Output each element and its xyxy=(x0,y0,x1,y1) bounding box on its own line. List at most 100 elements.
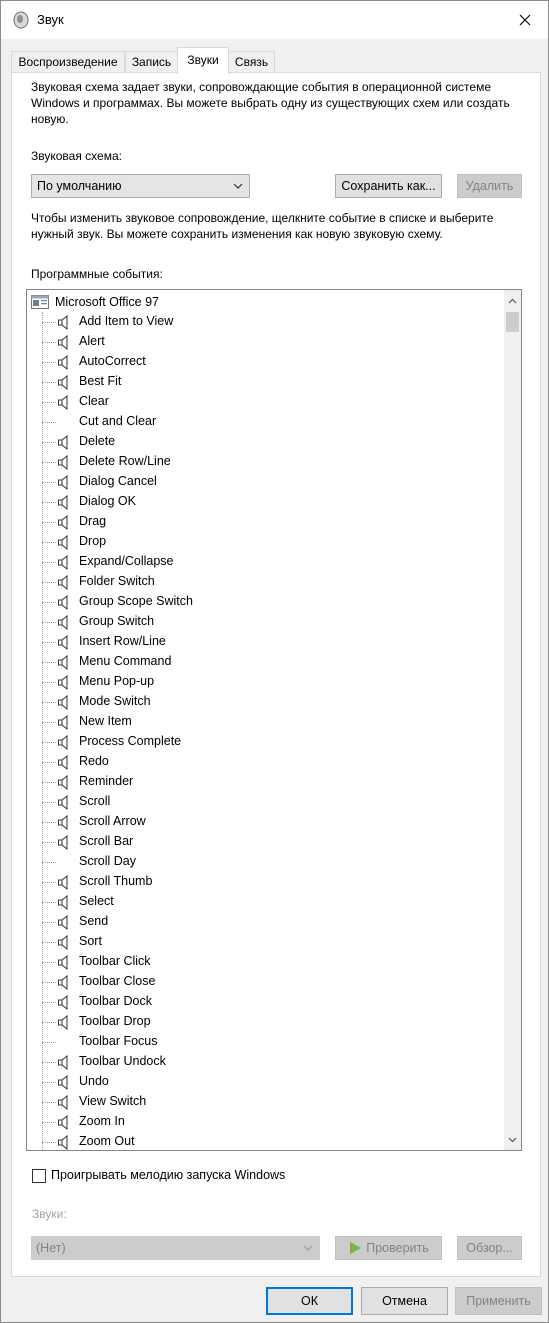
close-button[interactable] xyxy=(502,1,548,39)
scheme-selected-value: По умолчанию xyxy=(37,179,122,193)
tab-communications[interactable]: Связь xyxy=(228,51,275,73)
save-as-button[interactable]: Сохранить как... xyxy=(335,174,442,198)
tab-playback[interactable]: Воспроизведение xyxy=(11,51,125,73)
event-list-item[interactable]: Expand/Collapse xyxy=(42,552,502,572)
event-list-item[interactable]: Delete Row/Line xyxy=(42,452,502,472)
tree-connector xyxy=(42,342,56,343)
tree-connector xyxy=(42,1042,56,1043)
speaker-icon xyxy=(58,935,68,950)
event-list-item[interactable]: Reminder xyxy=(42,772,502,792)
event-list-item[interactable]: View Switch xyxy=(42,1092,502,1112)
speaker-app-icon xyxy=(13,11,29,29)
test-sound-button[interactable]: Проверить xyxy=(335,1236,442,1260)
speaker-icon xyxy=(58,1095,68,1110)
event-list-item[interactable]: AutoCorrect xyxy=(42,352,502,372)
event-list-item[interactable]: Group Scope Switch xyxy=(42,592,502,612)
chevron-down-icon xyxy=(508,1137,517,1142)
apply-button[interactable]: Применить xyxy=(455,1287,542,1315)
tree-connector xyxy=(42,1022,56,1023)
scroll-thumb[interactable] xyxy=(506,312,519,332)
event-list-item[interactable]: Toolbar Focus xyxy=(42,1032,502,1052)
tree-connector xyxy=(42,622,56,623)
event-label: Scroll Thumb xyxy=(79,874,153,888)
sound-dialog: Звук Воспроизведение Запись Звуки Связь … xyxy=(0,0,549,1323)
event-list-item[interactable]: Drag xyxy=(42,512,502,532)
event-list-item[interactable]: Sort xyxy=(42,932,502,952)
tree-connector xyxy=(42,1142,56,1143)
event-list-item[interactable]: Send xyxy=(42,912,502,932)
tree-connector xyxy=(42,702,56,703)
event-list-item[interactable]: Scroll xyxy=(42,792,502,812)
tree-connector xyxy=(42,1082,56,1083)
speaker-icon xyxy=(58,1015,68,1030)
event-label: New Item xyxy=(79,714,132,728)
tree-root-microsoft-office[interactable]: Microsoft Office 97 xyxy=(31,292,159,312)
tree-connector xyxy=(42,482,56,483)
tree-connector xyxy=(42,602,56,603)
startup-sound-checkbox[interactable] xyxy=(32,1169,46,1183)
event-list-item[interactable]: Toolbar Undock xyxy=(42,1052,502,1072)
tree-connector xyxy=(42,502,56,503)
browse-button[interactable]: Обзор... xyxy=(457,1236,522,1260)
speaker-icon xyxy=(58,555,68,570)
event-list-item[interactable]: Zoom In xyxy=(42,1112,502,1132)
event-list-item[interactable]: Folder Switch xyxy=(42,572,502,592)
scroll-down-arrow[interactable] xyxy=(504,1131,521,1148)
event-list-item[interactable]: Alert xyxy=(42,332,502,352)
delete-scheme-button[interactable]: Удалить xyxy=(457,174,522,198)
event-list-item[interactable]: Clear xyxy=(42,392,502,412)
event-label: AutoCorrect xyxy=(79,354,146,368)
event-list-item[interactable]: Menu Command xyxy=(42,652,502,672)
event-list-item[interactable]: Toolbar Dock xyxy=(42,992,502,1012)
speaker-icon xyxy=(58,875,68,890)
event-list-item[interactable]: Redo xyxy=(42,752,502,772)
tree-connector xyxy=(42,842,56,843)
scheme-label: Звуковая схема: xyxy=(31,149,122,163)
event-label: Reminder xyxy=(79,774,134,788)
event-list-item[interactable]: Undo xyxy=(42,1072,502,1092)
event-list-item[interactable]: Scroll Thumb xyxy=(42,872,502,892)
event-list-item[interactable]: Dialog OK xyxy=(42,492,502,512)
tab-recording[interactable]: Запись xyxy=(125,51,178,73)
event-list-item[interactable]: Mode Switch xyxy=(42,692,502,712)
test-sound-label: Проверить xyxy=(366,1241,429,1255)
chevron-down-icon xyxy=(303,1245,313,1251)
tree-connector xyxy=(42,642,56,643)
scheme-select[interactable]: По умолчанию xyxy=(31,174,250,198)
event-label: Zoom Out xyxy=(79,1134,135,1148)
event-list-item[interactable]: Scroll Bar xyxy=(42,832,502,852)
event-list-item[interactable]: Menu Pop-up xyxy=(42,672,502,692)
events-scrollbar[interactable] xyxy=(504,290,521,1150)
event-label: Process Complete xyxy=(79,734,182,748)
event-list-item[interactable]: New Item xyxy=(42,712,502,732)
event-list-item[interactable]: Select xyxy=(42,892,502,912)
event-list-item[interactable]: Delete xyxy=(42,432,502,452)
ok-button[interactable]: ОК xyxy=(266,1287,353,1315)
speaker-icon xyxy=(58,975,68,990)
event-label: Folder Switch xyxy=(79,574,155,588)
event-list-item[interactable]: Cut and Clear xyxy=(42,412,502,432)
event-list-item[interactable]: Insert Row/Line xyxy=(42,632,502,652)
event-label: Dialog OK xyxy=(79,494,136,508)
event-list-item[interactable]: Toolbar Drop xyxy=(42,1012,502,1032)
scroll-up-arrow[interactable] xyxy=(504,292,521,309)
tree-connector xyxy=(42,742,56,743)
event-list-item[interactable]: Group Switch xyxy=(42,612,502,632)
event-list-item[interactable]: Zoom Out xyxy=(42,1132,502,1150)
startup-sound-label: Проигрывать мелодию запуска Windows xyxy=(51,1168,286,1182)
event-list-item[interactable]: Scroll Arrow xyxy=(42,812,502,832)
event-list-item[interactable]: Dialog Cancel xyxy=(42,472,502,492)
event-list-item[interactable]: Drop xyxy=(42,532,502,552)
event-list-item[interactable]: Toolbar Close xyxy=(42,972,502,992)
event-list-item[interactable]: Best Fit xyxy=(42,372,502,392)
speaker-icon xyxy=(58,615,68,630)
cancel-button[interactable]: Отмена xyxy=(361,1287,448,1315)
program-events-list[interactable]: Microsoft Office 97 Add Item to View Aler… xyxy=(26,289,522,1151)
event-list-item[interactable]: Add Item to View xyxy=(42,312,502,332)
tab-sounds[interactable]: Звуки xyxy=(177,47,229,74)
event-list-item[interactable]: Process Complete xyxy=(42,732,502,752)
event-list-item[interactable]: Toolbar Click xyxy=(42,952,502,972)
event-list-item[interactable]: Scroll Day xyxy=(42,852,502,872)
event-label: Toolbar Dock xyxy=(79,994,152,1008)
sound-file-select[interactable]: (Нет) xyxy=(31,1236,320,1260)
